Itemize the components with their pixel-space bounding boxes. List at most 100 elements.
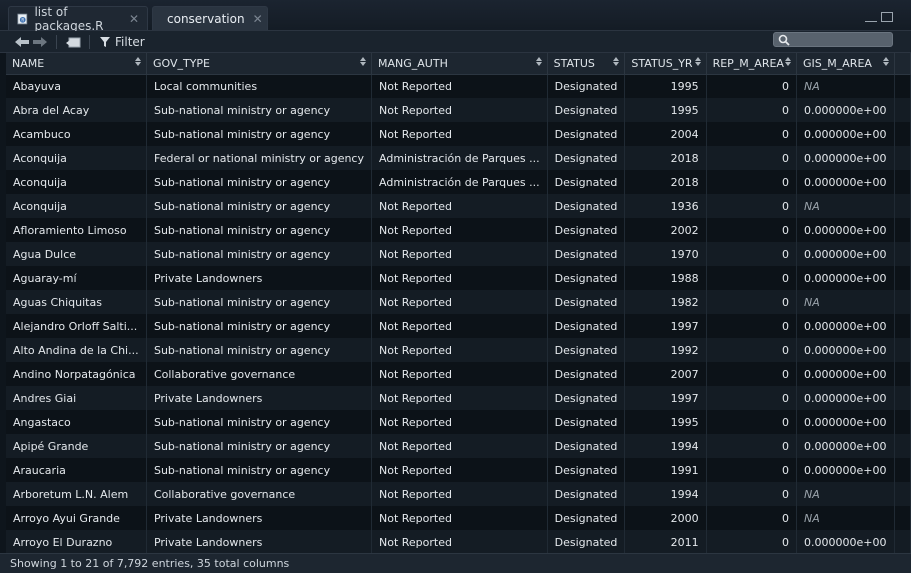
table-row[interactable]: Alto Andina de la Chi... Sub-national min… <box>6 338 911 362</box>
column-header-status-yr[interactable]: STATUS_YR <box>624 53 707 75</box>
maximize-icon[interactable] <box>881 12 893 22</box>
cell-gov-type: Sub-national ministry or agency <box>146 122 373 146</box>
table-row[interactable]: Aguas Chiquitas Sub-national ministry or … <box>6 290 911 314</box>
search-input[interactable] <box>790 32 884 47</box>
show-in-new-window-icon[interactable] <box>65 35 81 49</box>
cell-name: Apipé Grande <box>6 434 147 458</box>
cell-rep-m-area: 0 <box>706 314 798 338</box>
minimize-icon[interactable] <box>865 12 877 22</box>
cell-gov-type: Sub-national ministry or agency <box>146 170 373 194</box>
close-icon[interactable]: ✕ <box>253 12 263 26</box>
cell-gov-type: Collaborative governance <box>146 362 373 386</box>
table-row[interactable]: Agua Dulce Sub-national ministry or agenc… <box>6 242 911 266</box>
filter-button[interactable]: Filter <box>100 35 145 49</box>
column-header-name[interactable]: NAME <box>6 53 147 75</box>
cell-status: Designated <box>547 122 626 146</box>
data-table-container[interactable]: NAME GOV_TYPE MANG_AUTH STATUS STATUS_YR… <box>6 53 911 553</box>
cell-overflow <box>894 530 911 553</box>
cell-status: Designated <box>547 242 626 266</box>
cell-status-yr: 1970 <box>624 242 707 266</box>
data-table: NAME GOV_TYPE MANG_AUTH STATUS STATUS_YR… <box>6 53 911 553</box>
cell-overflow <box>894 242 911 266</box>
search-box[interactable] <box>773 32 893 47</box>
cell-gis-m-area: 0.000000e+00 <box>796 386 896 410</box>
cell-name: Andino Norpatagónica <box>6 362 147 386</box>
cell-overflow <box>894 386 911 410</box>
cell-gis-m-area: 0.000000e+00 <box>796 266 896 290</box>
table-row[interactable]: Arroyo Ayui Grande Private Landowners Not … <box>6 506 911 530</box>
cell-rep-m-area: 0 <box>706 290 798 314</box>
table-row[interactable]: Aguaray-mí Private Landowners Not Reported… <box>6 266 911 290</box>
cell-status: Designated <box>547 362 626 386</box>
table-row[interactable]: Alejandro Orloff Salti... Sub-national mi… <box>6 314 911 338</box>
cell-mang-auth: Not Reported <box>371 218 548 242</box>
table-row[interactable]: Acambuco Sub-national ministry or agency N… <box>6 122 911 146</box>
cell-gov-type: Collaborative governance <box>146 482 373 506</box>
cell-gis-m-area: 0.000000e+00 <box>796 146 896 170</box>
cell-overflow <box>894 218 911 242</box>
table-row[interactable]: Arboretum L.N. Alem Collaborative governa… <box>6 482 911 506</box>
table-row[interactable]: Araucaria Sub-national ministry or agency… <box>6 458 911 482</box>
cell-mang-auth: Not Reported <box>371 530 548 553</box>
cell-rep-m-area: 0 <box>706 506 798 530</box>
cell-status-yr: 1992 <box>624 338 707 362</box>
close-icon[interactable]: ✕ <box>129 12 139 26</box>
cell-name: Aguas Chiquitas <box>6 290 147 314</box>
cell-gov-type: Sub-national ministry or agency <box>146 434 373 458</box>
cell-rep-m-area: 0 <box>706 530 798 553</box>
table-row[interactable]: Arroyo El Durazno Private Landowners Not R… <box>6 530 911 553</box>
table-row[interactable]: Aconquija Sub-national ministry or agency… <box>6 194 911 218</box>
cell-status: Designated <box>547 530 626 553</box>
tab-list-of-packages[interactable]: R list of packages.R ✕ <box>8 5 148 33</box>
data-viewer-window: R list of packages.R ✕ conservation ✕ Fi… <box>0 0 911 573</box>
cell-status: Designated <box>547 170 626 194</box>
cell-gov-type: Sub-national ministry or agency <box>146 338 373 362</box>
table-row[interactable]: Apipé Grande Sub-national ministry or age… <box>6 434 911 458</box>
cell-mang-auth: Not Reported <box>371 386 548 410</box>
cell-overflow <box>894 506 911 530</box>
cell-status-yr: 2000 <box>624 506 707 530</box>
column-header-mang-auth[interactable]: MANG_AUTH <box>371 53 548 75</box>
table-row[interactable]: Andino Norpatagónica Collaborative govern… <box>6 362 911 386</box>
cell-rep-m-area: 0 <box>706 74 798 98</box>
forward-arrow-icon[interactable] <box>32 36 48 48</box>
cell-rep-m-area: 0 <box>706 482 798 506</box>
search-icon <box>778 34 790 46</box>
table-row[interactable]: Aconquija Sub-national ministry or agency… <box>6 170 911 194</box>
cell-mang-auth: Not Reported <box>371 290 548 314</box>
cell-name: Arroyo El Durazno <box>6 530 147 553</box>
table-row[interactable]: Aconquija Federal or national ministry or… <box>6 146 911 170</box>
table-row[interactable]: Afloramiento Limoso Sub-national ministry… <box>6 218 911 242</box>
column-header-gov-type[interactable]: GOV_TYPE <box>146 53 373 75</box>
table-row[interactable]: Andres Giai Private Landowners Not Reporte… <box>6 386 911 410</box>
sort-icon <box>694 57 701 66</box>
column-header-gis-m-area[interactable]: GIS_M_AREA <box>796 53 896 75</box>
cell-gis-m-area: 0.000000e+00 <box>796 170 896 194</box>
table-row[interactable]: Abra del Acay Sub-national ministry or ag… <box>6 98 911 122</box>
cell-status: Designated <box>547 506 626 530</box>
column-header-next[interactable] <box>894 53 911 75</box>
cell-overflow <box>894 74 911 98</box>
cell-overflow <box>894 482 911 506</box>
cell-status: Designated <box>547 482 626 506</box>
header-row: NAME GOV_TYPE MANG_AUTH STATUS STATUS_YR… <box>6 53 911 75</box>
cell-rep-m-area: 0 <box>706 458 798 482</box>
funnel-icon <box>100 36 110 47</box>
cell-mang-auth: Administración de Parques ... <box>371 146 548 170</box>
sort-icon <box>360 57 366 66</box>
cell-gis-m-area: NA <box>796 506 896 530</box>
cell-name: Alto Andina de la Chi... <box>6 338 147 362</box>
table-row[interactable]: Angastaco Sub-national ministry or agency… <box>6 410 911 434</box>
tab-conservation[interactable]: conservation ✕ <box>152 6 268 30</box>
back-arrow-icon[interactable] <box>14 36 30 48</box>
cell-overflow <box>894 98 911 122</box>
column-header-status[interactable]: STATUS <box>547 53 626 75</box>
cell-status: Designated <box>547 194 626 218</box>
cell-gov-type: Private Landowners <box>146 386 373 410</box>
cell-gis-m-area: 0.000000e+00 <box>796 338 896 362</box>
cell-name: Arroyo Ayui Grande <box>6 506 147 530</box>
cell-overflow <box>894 290 911 314</box>
cell-gov-type: Sub-national ministry or agency <box>146 218 373 242</box>
table-row[interactable]: Abayuva Local communities Not Reported Desi… <box>6 74 911 98</box>
column-header-rep-m-area[interactable]: REP_M_AREA <box>706 53 798 75</box>
